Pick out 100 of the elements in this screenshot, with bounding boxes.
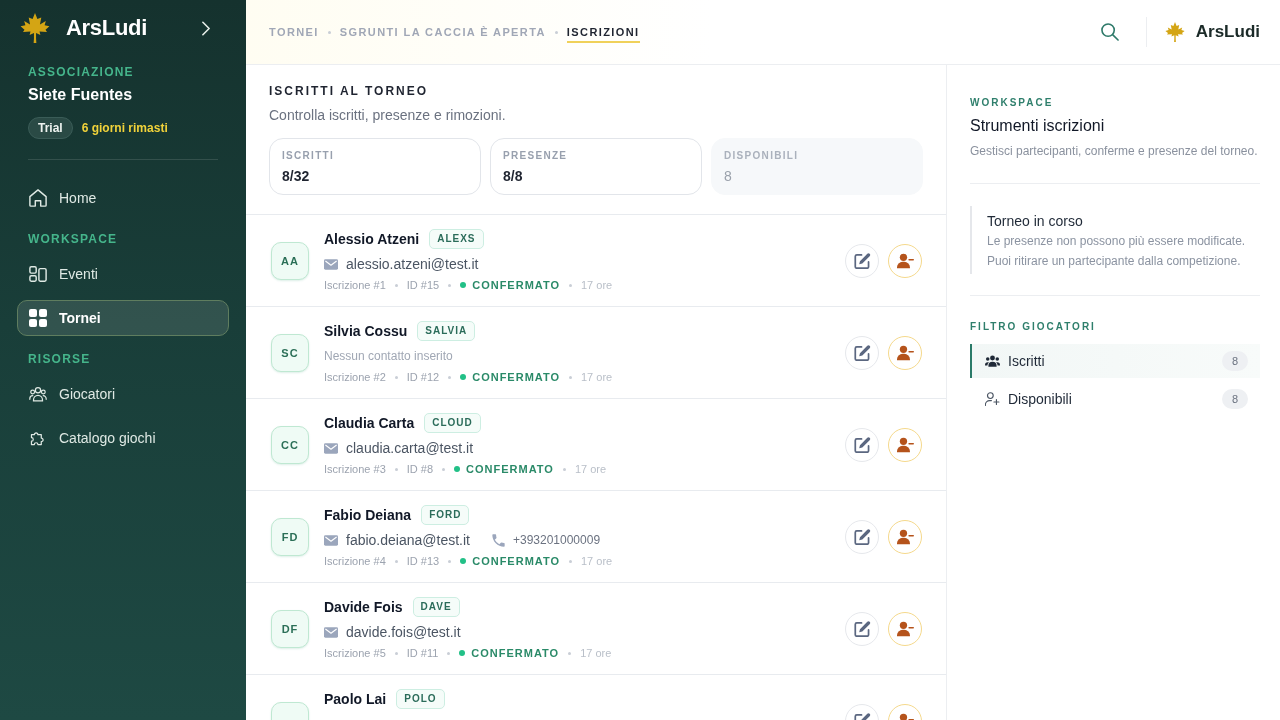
edit-button[interactable]	[845, 335, 879, 370]
time-ago: 17 ore	[581, 555, 613, 567]
time-ago: 17 ore	[581, 279, 613, 291]
breadcrumb-link[interactable]: ISCRIZIONI	[566, 21, 640, 43]
player-id: ID #13	[406, 555, 440, 567]
filter-label: Disponibili	[1008, 391, 1072, 407]
stat-label: DISPONIBILI	[724, 149, 800, 163]
edit-button[interactable]	[845, 611, 879, 646]
player-name: Alessio Atzeni	[324, 231, 420, 247]
users-icon	[985, 354, 1000, 368]
status-dot-icon	[460, 374, 467, 380]
notice-text: Puoi ritirare un partecipante dalla competizione.	[987, 253, 1242, 270]
nickname-tag: DAVE	[412, 597, 460, 617]
organization-name: Siete Fuentes	[28, 85, 134, 105]
notice-text: Le presenze non possono più essere modificate.	[987, 233, 1247, 250]
user-plus-icon	[985, 392, 1000, 406]
email-text: claudia.carta@test.it	[346, 440, 474, 456]
avatar: FD	[271, 517, 309, 556]
status-dot-icon	[460, 558, 467, 564]
status-label: CONFERMATO	[472, 371, 560, 383]
registration-number: Iscrizione #2	[324, 371, 386, 383]
edit-icon	[853, 252, 871, 269]
time-ago: 17 ore	[581, 371, 613, 383]
status-dot-icon	[454, 466, 461, 472]
leaf-icon	[20, 12, 50, 44]
trial-remaining: 6 giorni rimasti	[81, 121, 168, 135]
filter-label: Iscritti	[1008, 353, 1045, 369]
section-label: RISORSE	[27, 351, 92, 367]
remove-player-button[interactable]	[888, 243, 922, 278]
puzzle-icon	[29, 429, 47, 447]
status-label: CONFERMATO	[466, 463, 554, 475]
remove-player-button[interactable]	[888, 519, 922, 554]
avatar: AA	[271, 241, 309, 280]
edit-button[interactable]	[845, 243, 879, 278]
stat-label: ISCRITTI	[282, 149, 336, 163]
section-subtitle: Controlla iscritti, presenze e rimozioni.	[269, 106, 507, 125]
registration-number: Iscrizione #3	[324, 463, 386, 475]
edit-button[interactable]	[845, 427, 879, 462]
grid-icon	[29, 309, 47, 327]
remove-player-button[interactable]	[888, 335, 922, 370]
edit-button[interactable]	[845, 519, 879, 554]
nav-item[interactable]: Tornei	[17, 300, 229, 336]
phone-text: +393201000009	[512, 533, 601, 547]
filter-item[interactable]: Iscritti 8	[970, 344, 1260, 378]
stat-label: PRESENZE	[503, 149, 569, 163]
panel-title: Strumenti iscrizioni	[970, 116, 1106, 136]
user-minus-icon	[896, 344, 914, 361]
filter-item[interactable]: Disponibili 8	[970, 382, 1260, 416]
status-dot-icon	[459, 650, 466, 656]
envelope-icon	[324, 442, 338, 454]
email-text: davide.fois@test.it	[346, 624, 461, 640]
status-label: CONFERMATO	[471, 647, 560, 659]
chevron-right-icon	[202, 20, 210, 36]
time-ago: 17 ore	[574, 463, 607, 475]
avatar: DF	[271, 609, 309, 648]
user-minus-icon	[896, 436, 914, 453]
layout-icon	[29, 265, 47, 283]
section-label: WORKSPACE	[27, 231, 119, 247]
envelope-icon	[324, 534, 338, 546]
edit-icon	[853, 528, 871, 545]
section-label: FILTRO GIOCATORI	[970, 320, 1097, 334]
envelope-icon	[324, 626, 338, 638]
player-name: Silvia Cossu	[324, 323, 408, 339]
player-id: ID #8	[406, 463, 434, 475]
stat-value: 8/8	[503, 167, 524, 186]
nav-item[interactable]: Giocatori	[17, 376, 229, 412]
nav-item[interactable]: Home	[17, 180, 229, 216]
nav-item[interactable]: Catalogo giochi	[17, 420, 229, 456]
remove-player-button[interactable]	[888, 427, 922, 462]
user-minus-icon	[896, 528, 914, 545]
search-icon	[1100, 23, 1119, 41]
status-label: CONFERMATO	[472, 555, 560, 567]
brand-name: ArsLudi	[66, 15, 147, 41]
users-icon	[29, 385, 47, 403]
section-label: ASSOCIAZIONE	[28, 64, 135, 80]
avatar: SC	[271, 333, 309, 372]
user-minus-icon	[896, 252, 914, 269]
user-minus-icon	[896, 620, 914, 637]
registration-number: Iscrizione #4	[324, 555, 386, 567]
nickname-tag: POLO	[396, 689, 445, 709]
player-id: ID #15	[406, 279, 440, 291]
section-label: WORKSPACE	[970, 96, 1055, 110]
nav-item[interactable]: Eventi	[17, 256, 229, 292]
nickname-tag: SALVIA	[417, 321, 476, 341]
status-label: CONFERMATO	[472, 279, 560, 291]
status-dot-icon	[460, 282, 467, 288]
avatar: CC	[271, 425, 309, 464]
nickname-tag: CLOUD	[424, 413, 481, 433]
registration-number: Iscrizione #5	[324, 647, 386, 659]
edit-icon	[853, 436, 871, 453]
panel-description: Gestisci partecipanti, conferme e presenze del torneo.	[970, 143, 1259, 159]
nickname-tag: FORD	[421, 505, 470, 525]
time-ago: 17 ore	[580, 647, 612, 659]
home-icon	[29, 189, 47, 207]
player-name: Claudia Carta	[324, 415, 415, 431]
brand-name: ArsLudi	[1195, 22, 1260, 42]
player-name: Fabio Deiana	[324, 507, 412, 523]
remove-player-button[interactable]	[888, 611, 922, 646]
notice-title: Torneo in corso	[987, 212, 1084, 231]
email-text: alessio.atzeni@test.it	[346, 256, 479, 272]
